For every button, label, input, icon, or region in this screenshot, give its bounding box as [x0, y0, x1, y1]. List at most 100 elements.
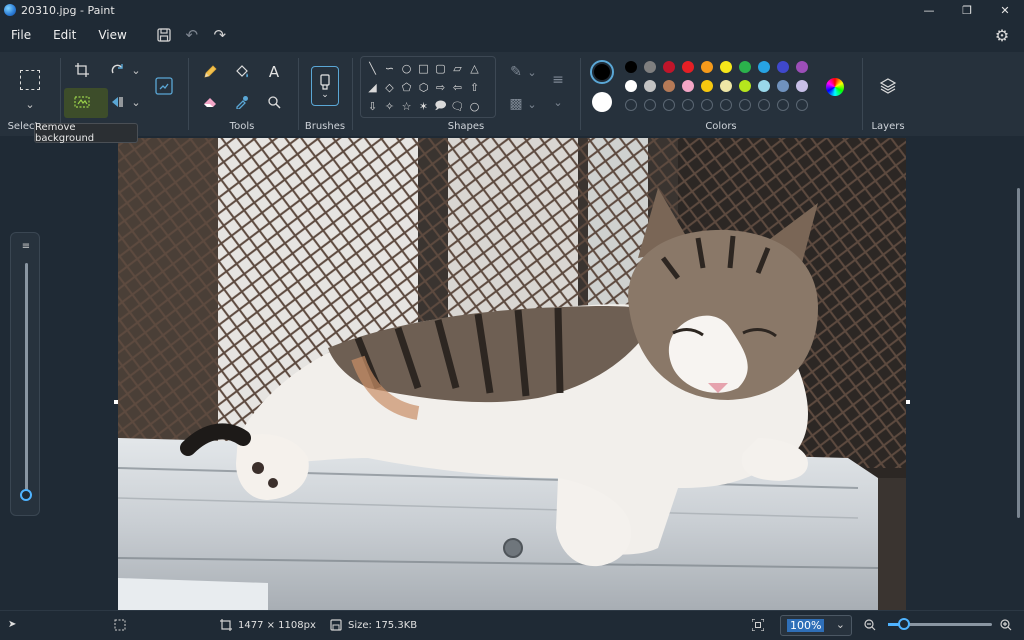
shape-fill-chevron-icon[interactable]: ⌄: [520, 92, 544, 116]
custom-color-slot[interactable]: [625, 99, 637, 111]
resize-image-icon[interactable]: [152, 74, 176, 98]
color-swatch[interactable]: [720, 61, 732, 73]
five-point-star-shape-icon[interactable]: ☆: [398, 97, 415, 115]
rectangle-shape-icon[interactable]: □: [415, 59, 432, 77]
right-arrow-shape-icon[interactable]: ⇨: [432, 78, 449, 96]
selection-icon[interactable]: [20, 70, 40, 90]
brushes-button[interactable]: ⌄: [311, 66, 339, 106]
outline-chevron-icon[interactable]: ⌄: [520, 60, 544, 84]
canvas-area[interactable]: ≡: [0, 138, 1024, 610]
line-size-chevron-icon[interactable]: ⌄: [546, 90, 570, 114]
up-arrow-shape-icon[interactable]: ⇧: [466, 78, 483, 96]
color-swatch[interactable]: [625, 61, 637, 73]
rotate-chevron-icon[interactable]: ⌄: [124, 58, 148, 82]
brush-icon: [320, 74, 330, 90]
color-swatch[interactable]: [777, 61, 789, 73]
six-point-star-shape-icon[interactable]: ✶: [415, 97, 432, 115]
down-arrow-shape-icon[interactable]: ⇩: [364, 97, 381, 115]
zoom-in-icon[interactable]: [1000, 619, 1012, 631]
zoom-slider-thumb[interactable]: [20, 489, 32, 501]
crop-icon[interactable]: [70, 58, 94, 82]
resize-handle-right[interactable]: [906, 400, 910, 404]
custom-color-slot[interactable]: [720, 99, 732, 111]
fit-to-window-icon[interactable]: [752, 619, 764, 631]
zoom-level-value: 100%: [787, 619, 825, 632]
color-swatch[interactable]: [739, 61, 751, 73]
color-swatch[interactable]: [663, 80, 675, 92]
color-swatch[interactable]: [701, 80, 713, 92]
vertical-scrollbar[interactable]: [1017, 188, 1020, 518]
menu-edit[interactable]: Edit: [42, 28, 87, 42]
custom-color-slot[interactable]: [796, 99, 808, 111]
four-point-star-shape-icon[interactable]: ✧: [381, 97, 398, 115]
layers-icon[interactable]: [876, 74, 900, 98]
polygon-shape-icon[interactable]: ▱: [449, 59, 466, 77]
color-swatch[interactable]: [701, 61, 713, 73]
hexagon-shape-icon[interactable]: ⬡: [415, 78, 432, 96]
zoom-out-icon[interactable]: [864, 619, 876, 631]
selection-size-icon: [114, 619, 126, 631]
chevron-down-icon[interactable]: ⌄: [18, 92, 42, 116]
magnifier-icon[interactable]: [262, 90, 286, 114]
vertical-zoom-slider[interactable]: ≡: [10, 232, 40, 516]
custom-color-slot[interactable]: [777, 99, 789, 111]
canvas-image[interactable]: [118, 138, 906, 610]
zoom-level-dropdown[interactable]: 100% ⌄: [780, 615, 852, 636]
oval-shape-icon[interactable]: ○: [398, 59, 415, 77]
close-button[interactable]: ✕: [986, 0, 1024, 20]
flip-chevron-icon[interactable]: ⌄: [124, 90, 148, 114]
color-swatch[interactable]: [682, 80, 694, 92]
right-triangle-shape-icon[interactable]: ◢: [364, 78, 381, 96]
menu-view[interactable]: View: [87, 28, 137, 42]
brushes-group-label: Brushes: [304, 121, 346, 132]
left-arrow-shape-icon[interactable]: ⇦: [449, 78, 466, 96]
undo-icon[interactable]: ↶: [178, 20, 206, 50]
line-size-icon[interactable]: ≡: [546, 68, 570, 92]
cloud-callout-shape-icon[interactable]: ○: [466, 97, 483, 115]
oval-callout-shape-icon[interactable]: 🗨: [449, 97, 466, 115]
pencil-icon[interactable]: [198, 60, 222, 84]
triangle-shape-icon[interactable]: △: [466, 59, 483, 77]
color-swatch[interactable]: [663, 61, 675, 73]
menu-file[interactable]: File: [0, 28, 42, 42]
color-swatch[interactable]: [720, 80, 732, 92]
eraser-icon[interactable]: [198, 90, 222, 114]
color-swatch[interactable]: [644, 61, 656, 73]
custom-color-slot[interactable]: [663, 99, 675, 111]
secondary-color-swatch[interactable]: [592, 92, 612, 112]
color-swatch[interactable]: [625, 80, 637, 92]
fill-icon[interactable]: [230, 60, 254, 84]
settings-icon[interactable]: ⚙: [988, 20, 1016, 50]
color-picker-icon[interactable]: [230, 90, 254, 114]
custom-color-slot[interactable]: [758, 99, 770, 111]
line-shape-icon[interactable]: ╲: [364, 59, 381, 77]
resize-handle-left[interactable]: [114, 400, 118, 404]
custom-color-slot[interactable]: [682, 99, 694, 111]
pentagon-shape-icon[interactable]: ⬠: [398, 78, 415, 96]
color-swatch[interactable]: [682, 61, 694, 73]
color-swatch[interactable]: [796, 61, 808, 73]
color-swatch[interactable]: [777, 80, 789, 92]
edit-colors-icon[interactable]: [826, 78, 844, 96]
restore-button[interactable]: ❐: [948, 0, 986, 20]
redo-icon[interactable]: ↷: [206, 20, 234, 50]
zoom-slider-track[interactable]: [25, 263, 28, 495]
custom-color-slot[interactable]: [739, 99, 751, 111]
diamond-shape-icon[interactable]: ◇: [381, 78, 398, 96]
custom-color-slot[interactable]: [701, 99, 713, 111]
color-swatch[interactable]: [644, 80, 656, 92]
text-icon[interactable]: A: [262, 60, 286, 84]
minimize-button[interactable]: —: [910, 0, 948, 20]
color-swatch[interactable]: [739, 80, 751, 92]
remove-background-icon[interactable]: [70, 90, 94, 114]
color-swatch[interactable]: [758, 61, 770, 73]
curve-shape-icon[interactable]: ∽: [381, 59, 398, 77]
rect-callout-shape-icon[interactable]: 🗩: [432, 97, 449, 115]
zoom-slider-horizontal-thumb[interactable]: [898, 618, 910, 630]
menu-bar: File Edit View ↶ ↷: [0, 20, 1024, 50]
save-icon[interactable]: [150, 20, 178, 50]
color-swatch[interactable]: [758, 80, 770, 92]
custom-color-slot[interactable]: [644, 99, 656, 111]
color-swatch[interactable]: [796, 80, 808, 92]
rounded-rectangle-shape-icon[interactable]: ▢: [432, 59, 449, 77]
